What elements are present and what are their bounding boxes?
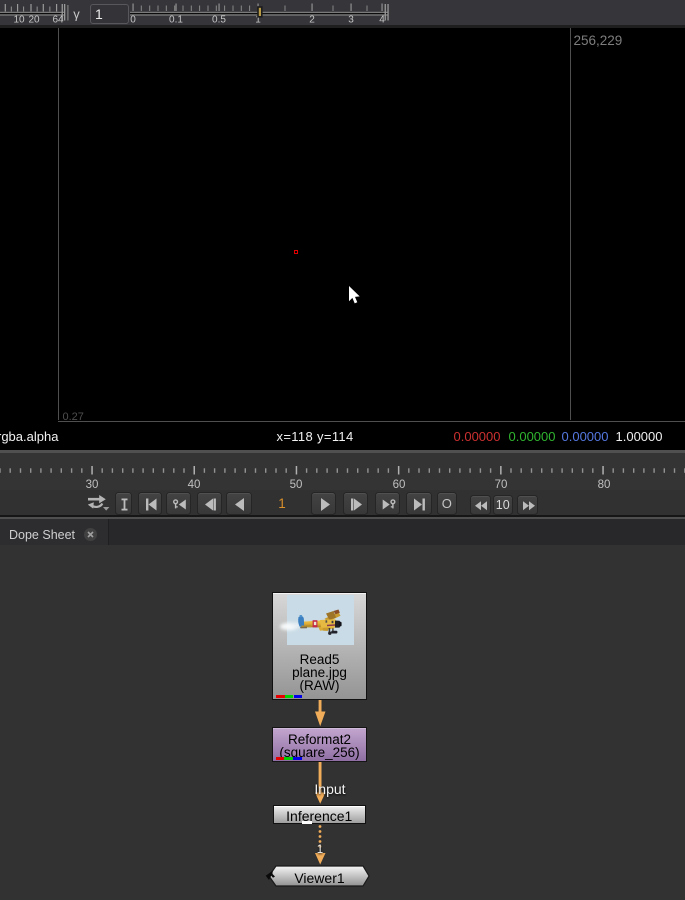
svg-text:10: 10 bbox=[13, 15, 25, 26]
svg-text:0.1: 0.1 bbox=[169, 15, 183, 26]
svg-text:3: 3 bbox=[348, 15, 354, 26]
svg-text:4: 4 bbox=[379, 15, 385, 26]
svg-text:0.5: 0.5 bbox=[212, 15, 226, 26]
svg-text:2: 2 bbox=[309, 15, 315, 26]
svg-text:20: 20 bbox=[28, 15, 40, 26]
svg-text:γ: γ bbox=[73, 7, 80, 22]
svg-text:64: 64 bbox=[52, 15, 64, 26]
svg-text:0: 0 bbox=[130, 15, 136, 26]
